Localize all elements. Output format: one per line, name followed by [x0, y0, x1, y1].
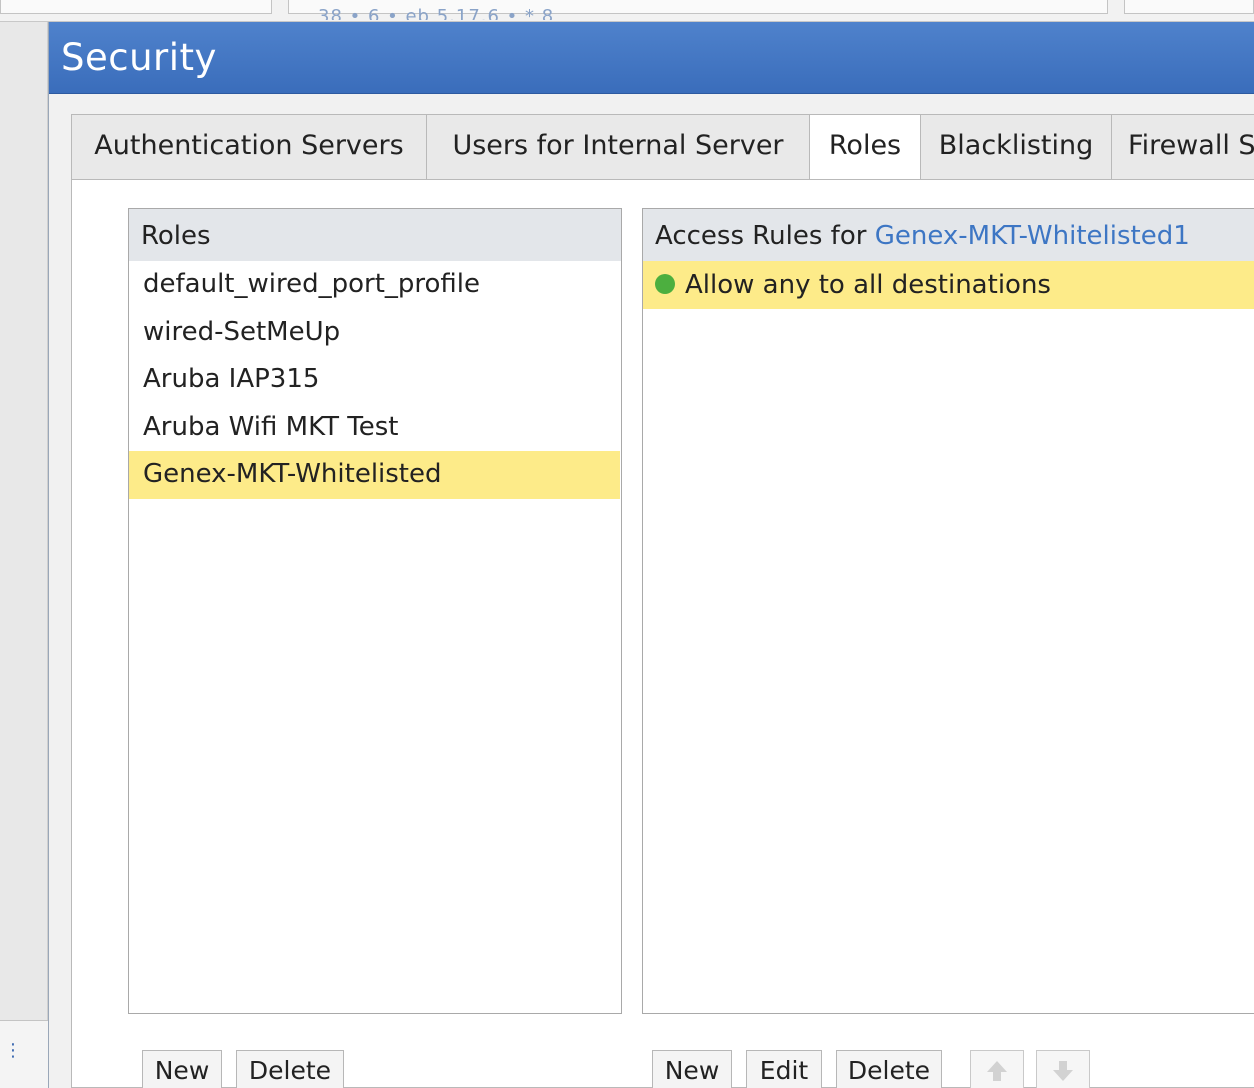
tab-users-for-internal-server[interactable]: Users for Internal Server [426, 114, 810, 180]
role-item-aruba-wifi-mkt-test[interactable]: Aruba Wifi MKT Test [129, 404, 621, 452]
access-rules-header: Access Rules for Genex-MKT-Whitelisted1 [643, 209, 1254, 261]
dialog-title: Security [61, 36, 217, 79]
tab-roles[interactable]: Roles [809, 114, 921, 182]
dialog-titlebar[interactable]: Security [49, 22, 1254, 94]
role-item-aruba-iap315[interactable]: Aruba IAP315 [129, 356, 621, 404]
access-rule-label: Allow any to all destinations [685, 270, 1051, 300]
access-rules-role-link[interactable]: Genex-MKT-Whitelisted1 [875, 221, 1190, 251]
move-rule-up-button[interactable] [970, 1050, 1024, 1088]
role-item-wired-setmeup[interactable]: wired-SetMeUp [129, 309, 621, 357]
tab-bar: Authentication Servers Users for Interna… [71, 114, 1254, 182]
background-left-strip [0, 22, 48, 1088]
status-dot-icon [655, 274, 675, 294]
delete-role-button[interactable]: Delete [236, 1050, 344, 1088]
arrow-up-icon [987, 1061, 1007, 1081]
background-segment [1124, 0, 1254, 14]
delete-rule-button[interactable]: Delete [836, 1050, 942, 1088]
new-rule-button[interactable]: New [652, 1050, 732, 1088]
roles-list-header: Roles [129, 209, 621, 261]
background-toolbar: 38 • 6 • eb 5.17.6 • * 8 [0, 0, 1254, 22]
roles-list-panel: Roles default_wired_port_profile wired-S… [128, 208, 622, 1014]
background-segment [0, 0, 272, 14]
edit-rule-button[interactable]: Edit [746, 1050, 822, 1088]
role-item-default-wired-port-profile[interactable]: default_wired_port_profile [129, 261, 621, 309]
access-rules-list: Allow any to all destinations [643, 261, 1254, 309]
tab-firewall-settings[interactable]: Firewall S [1111, 114, 1254, 180]
roles-list: default_wired_port_profile wired-SetMeUp… [129, 261, 621, 499]
tab-content-roles: Roles default_wired_port_profile wired-S… [71, 179, 1254, 1088]
background-left-mark: ⋮ [4, 1040, 22, 1061]
access-rules-panel: Access Rules for Genex-MKT-Whitelisted1 … [642, 208, 1254, 1014]
security-dialog: Security Authentication Servers Users fo… [48, 22, 1254, 1088]
access-rule-item[interactable]: Allow any to all destinations [643, 261, 1254, 309]
move-rule-down-button[interactable] [1036, 1050, 1090, 1088]
background-faded-text: 38 • 6 • eb 5.17.6 • * 8 [318, 6, 555, 20]
access-rules-header-prefix: Access Rules for [655, 221, 875, 251]
arrow-down-icon [1053, 1061, 1073, 1081]
tab-authentication-servers[interactable]: Authentication Servers [71, 114, 427, 180]
role-item-genex-mkt-whitelisted[interactable]: Genex-MKT-Whitelisted [129, 451, 620, 499]
new-role-button[interactable]: New [142, 1050, 222, 1088]
tab-blacklisting[interactable]: Blacklisting [920, 114, 1112, 180]
